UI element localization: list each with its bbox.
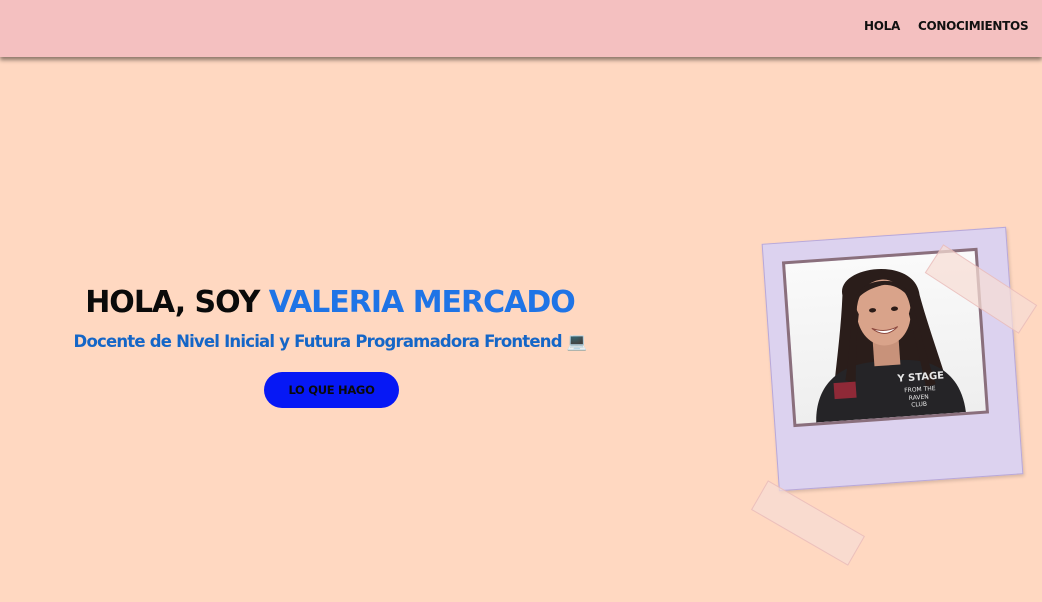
hero-subtitle: Docente de Nivel Inicial y Futura Progra… bbox=[73, 332, 588, 351]
greeting-text: HOLA, SOY bbox=[85, 285, 269, 320]
profile-polaroid: Y STAGE FROM THE RAVEN CLUB bbox=[761, 226, 1024, 492]
shirt-text-4: CLUB bbox=[911, 401, 927, 409]
nav-link-conocimientos[interactable]: CONOCIMIENTOS bbox=[918, 19, 1029, 33]
lo-que-hago-button[interactable]: LO QUE HAGO bbox=[264, 372, 399, 408]
nav-links: HOLA CONOCIMIENTOS PR bbox=[864, 19, 1042, 33]
navbar: HOLA CONOCIMIENTOS PR bbox=[0, 0, 1042, 57]
hero-title: HOLA, SOY VALERIA MERCADO bbox=[0, 285, 660, 320]
washi-tape-bottom bbox=[751, 480, 865, 566]
polaroid-frame: Y STAGE FROM THE RAVEN CLUB bbox=[761, 226, 1024, 492]
hero-section: HOLA, SOY VALERIA MERCADO Docente de Niv… bbox=[0, 57, 1042, 602]
nav-link-hola[interactable]: HOLA bbox=[864, 19, 900, 33]
hero-name: VALERIA MERCADO bbox=[268, 285, 576, 320]
